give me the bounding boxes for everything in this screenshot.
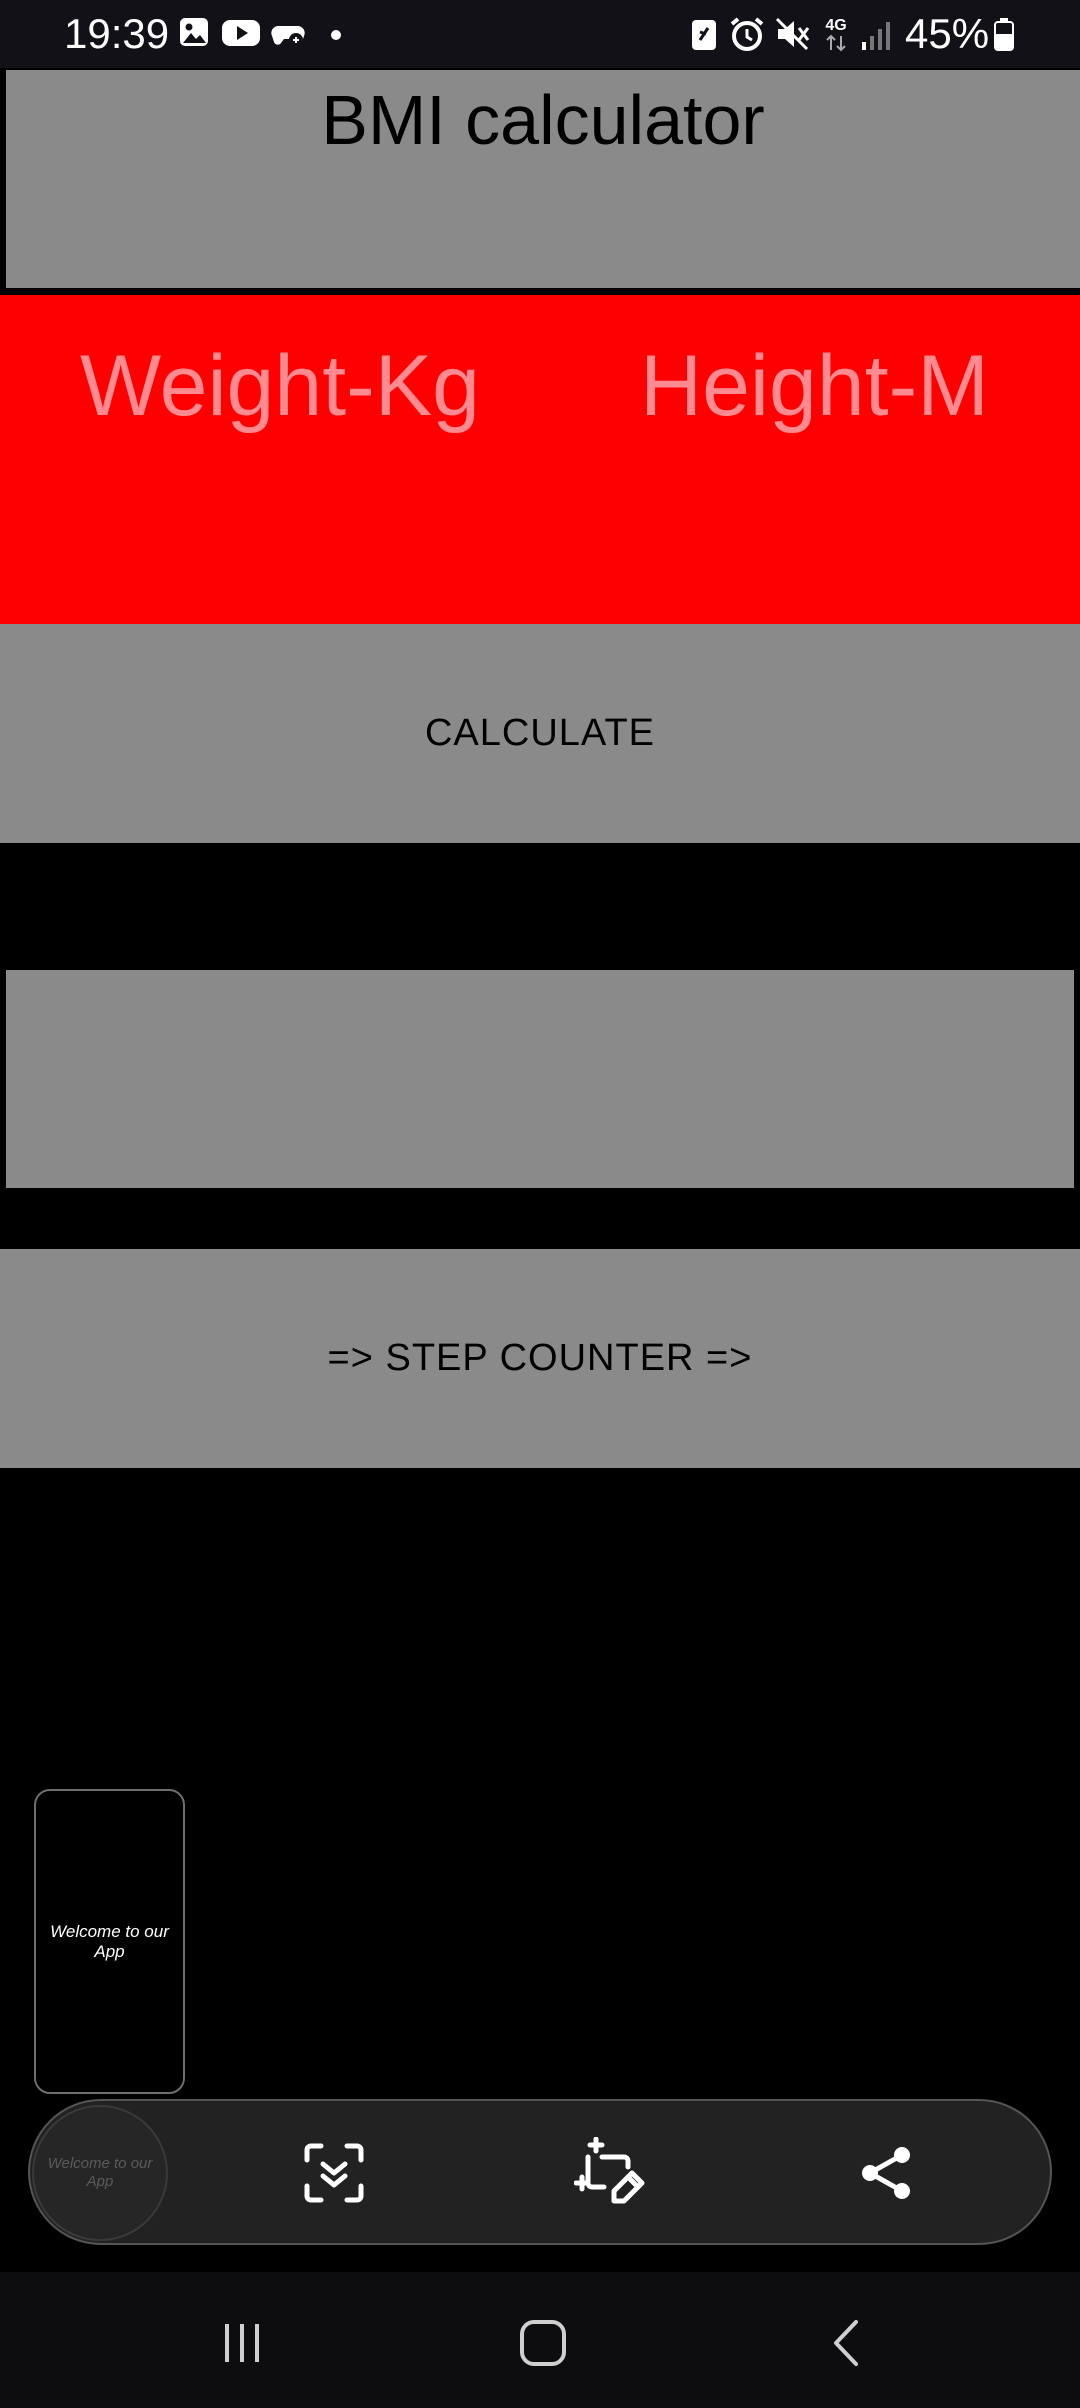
- height-input[interactable]: Height-M: [640, 338, 989, 434]
- signal-icon: [858, 14, 894, 54]
- share-button[interactable]: [848, 2135, 924, 2211]
- status-time: 19:39: [64, 10, 170, 57]
- scroll-capture-icon: [304, 2143, 364, 2203]
- scroll-capture-button[interactable]: [296, 2135, 372, 2211]
- recents-icon: [225, 2324, 259, 2362]
- recents-button[interactable]: [207, 2310, 277, 2376]
- toolbar-preview[interactable]: Welcome to our App: [32, 2105, 168, 2241]
- nfc-icon: [688, 14, 720, 54]
- step-counter-button[interactable]: => STEP COUNTER =>: [0, 1249, 1080, 1468]
- battery-percent: 45%: [905, 10, 990, 57]
- preview-text: Welcome to our App: [47, 2155, 153, 2190]
- result-box: [6, 970, 1074, 1188]
- home-icon: [520, 2320, 566, 2366]
- youtube-icon: [220, 14, 262, 54]
- game-icon: [268, 14, 308, 54]
- network-4g-icon: 4G: [820, 14, 852, 54]
- dot-icon: [326, 14, 346, 54]
- mute-icon: [774, 14, 812, 54]
- edit-crop-button[interactable]: [572, 2135, 648, 2211]
- back-icon: [834, 2320, 858, 2366]
- battery-icon: [992, 14, 1016, 54]
- page-title: BMI calculator: [321, 81, 765, 159]
- home-button[interactable]: [508, 2310, 578, 2376]
- back-button[interactable]: [812, 2310, 882, 2376]
- alarm-icon: [728, 14, 766, 54]
- network-label: 4G: [825, 17, 846, 34]
- calculate-button[interactable]: CALCULATE: [0, 624, 1080, 843]
- thumbnail-text: Welcome to our App: [50, 1921, 169, 1961]
- screenshot-thumbnail[interactable]: Welcome to our App: [34, 1789, 185, 2094]
- edit-crop-icon: [574, 2137, 645, 2204]
- gallery-icon: [178, 14, 210, 54]
- weight-input[interactable]: Weight-Kg: [80, 338, 480, 434]
- share-icon: [862, 2147, 910, 2199]
